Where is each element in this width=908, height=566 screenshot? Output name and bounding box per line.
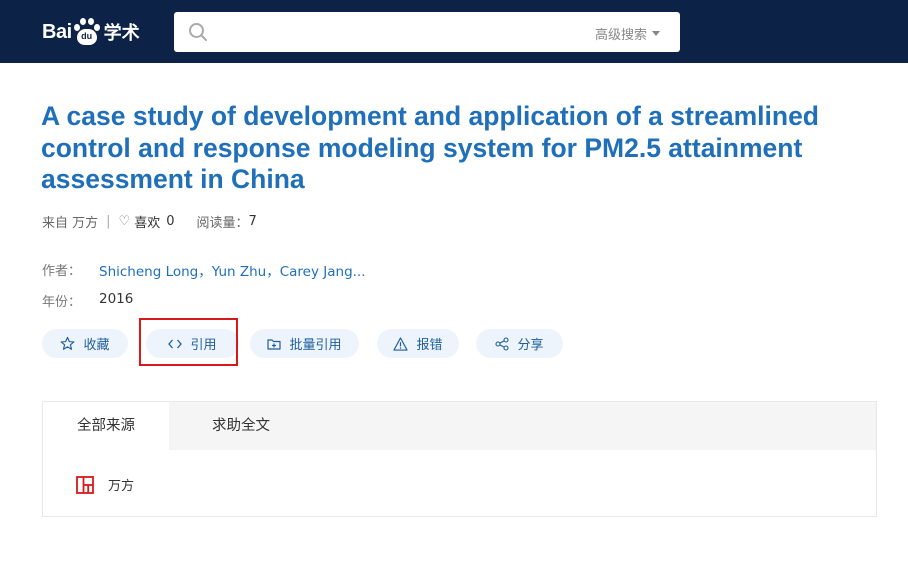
paw-icon: du (73, 17, 101, 47)
likes-label: 喜欢 (134, 216, 161, 231)
search-input[interactable] (218, 18, 582, 48)
report-error-label: 报错 (416, 338, 443, 353)
search-icon[interactable] (188, 22, 208, 42)
advanced-search-button[interactable]: 高级搜索 (595, 24, 660, 43)
warning-icon (393, 336, 409, 351)
authors-list: Shicheng Long，Yun Zhu，Carey Jang... (99, 260, 366, 280)
author-link[interactable]: Yun Zhu， (212, 264, 280, 280)
source-name: 万方 (108, 479, 135, 494)
share-icon (495, 336, 510, 351)
authors-label: 作者： (42, 264, 82, 279)
source-item-wanfang[interactable]: 万方 (76, 475, 134, 494)
favorite-button[interactable]: 收藏 (42, 329, 128, 358)
favorite-label: 收藏 (83, 338, 110, 353)
baidu-scholar-logo[interactable]: Bai du 学术 (42, 12, 140, 52)
source-label: 来自 万方 (42, 216, 99, 231)
divider: | (106, 214, 111, 229)
year-value: 2016 (99, 291, 134, 307)
logo-text-right: 学术 (103, 23, 140, 44)
likes-count: 0 (166, 214, 175, 229)
report-error-button[interactable]: 报错 (377, 329, 459, 358)
logo-paw-text: du (81, 31, 93, 41)
batch-cite-label: 批量引用 (289, 338, 342, 353)
reads-count: 7 (248, 214, 257, 229)
share-label: 分享 (517, 338, 544, 353)
paper-title[interactable]: A case study of development and applicat… (41, 101, 881, 196)
tab-request-fulltext[interactable]: 求助全文 (191, 402, 291, 450)
search-box: 高级搜索 (174, 12, 680, 52)
heart-icon: ♡ (118, 214, 131, 229)
cite-highlight-box (139, 318, 238, 366)
batch-cite-button[interactable]: 批量引用 (250, 329, 359, 358)
paper-meta: 来自 万方 | ♡ 喜欢 0 阅读量： 7 (42, 212, 257, 231)
wanfang-icon (76, 475, 94, 494)
author-link[interactable]: Carey Jang... (280, 264, 366, 280)
like-button[interactable]: ♡ 喜欢 0 (119, 212, 175, 231)
star-icon (61, 336, 75, 350)
advanced-search-label: 高级搜索 (594, 28, 647, 43)
share-button[interactable]: 分享 (476, 329, 563, 358)
authors-row: 作者： Shicheng Long，Yun Zhu，Carey Jang... (42, 260, 366, 280)
sources-panel: 全部来源 求助全文 万方 (42, 401, 877, 517)
folder-add-icon (267, 339, 282, 350)
tab-all-sources[interactable]: 全部来源 (43, 402, 169, 450)
year-label: 年份： (42, 295, 82, 310)
sources-tabs: 全部来源 求助全文 (43, 402, 876, 450)
year-row: 年份： 2016 (42, 291, 133, 310)
caret-down-icon (652, 31, 660, 36)
reads-label: 阅读量： (196, 216, 249, 231)
top-bar: Bai du 学术 高级搜索 (0, 0, 908, 63)
logo-text-left: Bai (42, 20, 72, 43)
author-link[interactable]: Shicheng Long， (99, 264, 212, 280)
